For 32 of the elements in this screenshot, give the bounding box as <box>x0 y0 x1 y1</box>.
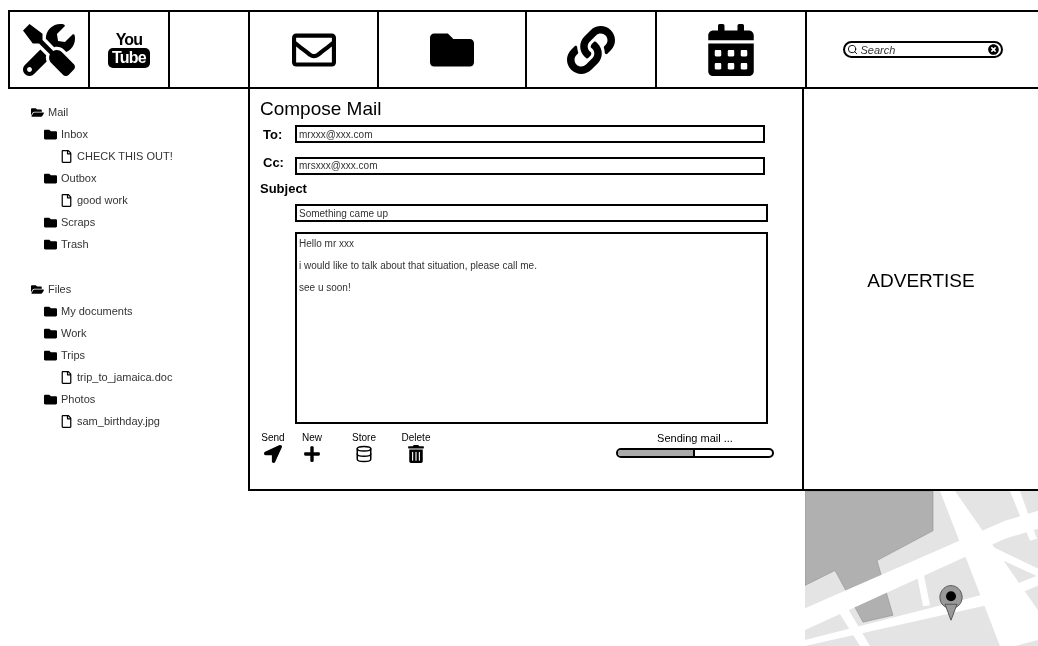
tree-item[interactable]: Work <box>61 324 87 342</box>
message-line: i would like to talk about that situation, please call me. <box>299 259 538 273</box>
tree-item[interactable]: Inbox <box>61 125 88 143</box>
message-body[interactable]: Hello mr xxx i would like to talk about that situation, please call me. see u soon! <box>295 232 768 424</box>
action-button[interactable]: Store <box>338 432 390 463</box>
cc-field[interactable]: mrsxxx@xxx.com <box>295 156 765 175</box>
progress-label: Sending mail ... <box>657 432 733 444</box>
tree-item[interactable]: good work <box>77 191 128 209</box>
tree-item[interactable]: sam_birthday.jpg <box>77 412 160 430</box>
to-label: To: <box>262 126 284 144</box>
action-button[interactable]: New <box>286 432 338 463</box>
action-button[interactable]: Send <box>260 432 286 463</box>
tree-item[interactable]: Files <box>48 280 72 298</box>
cc-label: Cc: <box>262 153 285 172</box>
message-line: Hello mr xxx <box>299 237 355 251</box>
tree-item[interactable]: Trips <box>61 346 86 364</box>
subject-field[interactable]: Something came up <box>295 204 768 222</box>
tree-item[interactable]: CHECK THIS OUT! <box>77 147 173 165</box>
advert-label: ADVERTISE <box>867 269 975 294</box>
subject-label: Subject <box>260 179 308 198</box>
message-line: see u soon! <box>299 281 352 295</box>
search-field[interactable]: Search <box>842 41 1003 58</box>
to-field[interactable]: mrxxx@xxx.com <box>295 125 765 143</box>
action-button[interactable]: Delete <box>390 432 442 463</box>
tree-item[interactable]: My documents <box>61 302 133 320</box>
tree-item[interactable]: Outbox <box>61 169 97 187</box>
tree-item[interactable]: Photos <box>61 390 96 408</box>
tree-item[interactable]: Mail <box>48 103 69 121</box>
compose-title: Compose Mail <box>260 98 383 120</box>
tree-item[interactable]: trip_to_jamaica.doc <box>77 368 173 386</box>
tree-item[interactable]: Trash <box>61 235 89 253</box>
tree-item[interactable]: Scraps <box>61 213 96 231</box>
